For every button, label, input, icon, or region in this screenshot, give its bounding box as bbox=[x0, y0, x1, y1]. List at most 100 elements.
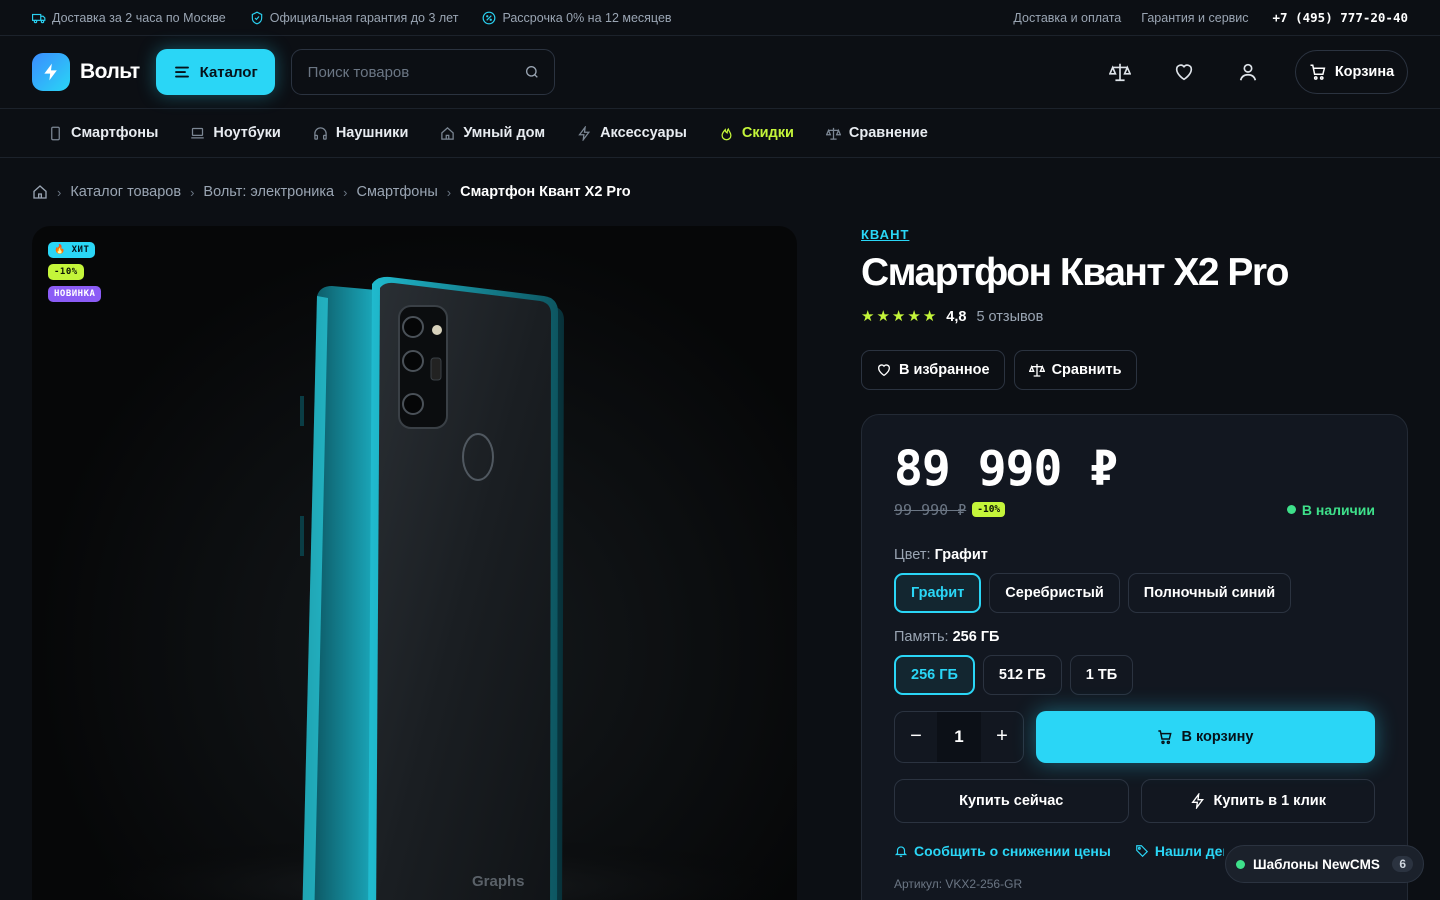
nav-headphones[interactable]: Наушники bbox=[313, 125, 408, 141]
fire-icon bbox=[721, 127, 732, 140]
product-rating[interactable]: ★ ★ ★ ★ ★ 4,8 5 отзывов bbox=[861, 309, 1408, 325]
phone-number[interactable]: +7 (495) 777-20-40 bbox=[1273, 10, 1408, 25]
add-to-cart-button[interactable]: В корзину bbox=[1036, 710, 1375, 763]
found-cheaper-link[interactable]: Нашли дешевле? bbox=[1135, 843, 1224, 859]
breadcrumb-store[interactable]: Вольт: электроника bbox=[203, 184, 334, 200]
bolt-logo-icon bbox=[32, 53, 70, 91]
purchase-box: 89 990 ₽ 99 990 ₽ -10% В наличии Цвет: Г… bbox=[861, 413, 1408, 900]
shield-check-icon bbox=[251, 11, 262, 24]
delivery-payment-link[interactable]: Доставка и оплата bbox=[1013, 11, 1121, 25]
nav-laptops[interactable]: Ноутбуки bbox=[190, 125, 281, 141]
color-options: Графит Серебристый Полночный синий bbox=[894, 572, 1375, 613]
cart-label: Корзина bbox=[1334, 64, 1395, 80]
color-option-graphite[interactable]: Графит bbox=[894, 572, 982, 613]
nav-smart-home[interactable]: Умный дом bbox=[440, 125, 545, 141]
stock-status: В наличии bbox=[1286, 501, 1375, 518]
nav-label: Ноутбуки bbox=[213, 125, 281, 141]
warranty-service-link[interactable]: Гарантия и сервис bbox=[1141, 11, 1248, 25]
nav-smartphones[interactable]: Смартфоны bbox=[48, 125, 158, 141]
memory-option-256[interactable]: 256 ГБ bbox=[894, 654, 975, 695]
color-option-midnight-blue[interactable]: Полночный синий bbox=[1127, 572, 1292, 613]
cart-icon bbox=[1158, 730, 1173, 744]
catalog-button[interactable]: Каталог bbox=[155, 49, 275, 95]
delivery-text: Доставка за 2 часа по Москве bbox=[52, 10, 226, 25]
widget-count: 6 bbox=[1392, 856, 1413, 872]
star-icon: ★ bbox=[922, 308, 937, 326]
old-price: 99 990 ₽ bbox=[894, 500, 967, 519]
breadcrumb-smartphones[interactable]: Смартфоны bbox=[356, 184, 437, 200]
menu-icon bbox=[174, 66, 189, 78]
bell-icon bbox=[894, 846, 908, 857]
headphones-icon bbox=[314, 126, 327, 140]
installment-text: Рассрочка 0% на 12 месяцев bbox=[502, 10, 672, 25]
category-nav: Смартфоны Ноутбуки Наушники Умный дом Ак… bbox=[0, 109, 1440, 158]
color-label: Цвет: Графит bbox=[894, 546, 988, 563]
quantity-stepper: − 1 + bbox=[894, 710, 1024, 763]
compare-scales-icon[interactable] bbox=[1109, 61, 1131, 83]
nav-sale[interactable]: Скидки bbox=[719, 125, 794, 141]
product-gallery[interactable]: 🔥 ХИТ -10% НОВИНКА Graphs bbox=[32, 226, 797, 900]
nav-label: Сравнение bbox=[848, 125, 928, 141]
breadcrumb: › Каталог товаров › Вольт: электроника ›… bbox=[0, 158, 1440, 226]
reviews-link[interactable]: 5 отзывов bbox=[976, 309, 1043, 325]
product-info: КВАНТ Смартфон Квант X2 Pro ★ ★ ★ ★ ★ 4,… bbox=[861, 226, 1408, 900]
heart-icon[interactable] bbox=[1173, 61, 1195, 83]
nav-compare[interactable]: Сравнение bbox=[825, 125, 928, 141]
breadcrumb-current: Смартфон Квант X2 Pro bbox=[460, 184, 631, 200]
stock-text: В наличии bbox=[1301, 501, 1375, 518]
chevron-right-icon: › bbox=[190, 184, 195, 200]
add-favorite-button[interactable]: В избранное bbox=[861, 349, 1005, 390]
current-price: 89 990 ₽ bbox=[894, 440, 1118, 497]
user-icon[interactable] bbox=[1237, 61, 1259, 83]
newcms-templates-widget[interactable]: Шаблоны NewCMS 6 bbox=[1225, 845, 1424, 883]
search-icon[interactable] bbox=[524, 64, 540, 80]
compare-button[interactable]: Сравнить bbox=[1013, 349, 1137, 390]
widget-label: Шаблоны NewCMS bbox=[1253, 856, 1380, 872]
chevron-right-icon: › bbox=[343, 184, 348, 200]
product-title: Смартфон Квант X2 Pro bbox=[861, 251, 1289, 294]
add-to-cart-label: В корзину bbox=[1181, 728, 1254, 745]
device-print-text: Graphs bbox=[472, 873, 525, 890]
truck-icon bbox=[32, 13, 46, 23]
tag-icon bbox=[1135, 845, 1148, 857]
decrease-quantity-button[interactable]: − bbox=[895, 712, 937, 762]
badge-discount: -10% bbox=[48, 264, 84, 280]
catalog-label: Каталог bbox=[199, 63, 258, 81]
logo[interactable]: Вольт bbox=[32, 53, 140, 91]
search-placeholder: Поиск товаров bbox=[307, 63, 410, 81]
search-input[interactable]: Поиск товаров bbox=[290, 49, 555, 95]
nav-label: Скидки bbox=[741, 125, 794, 141]
brand-link[interactable]: КВАНТ bbox=[861, 227, 1408, 242]
buy-one-click-label: Купить в 1 клик bbox=[1213, 792, 1326, 809]
percent-badge-icon bbox=[483, 11, 496, 24]
increase-quantity-button[interactable]: + bbox=[981, 712, 1023, 762]
buy-now-button[interactable]: Купить сейчас bbox=[894, 778, 1129, 823]
nav-accessories[interactable]: Аксессуары bbox=[577, 125, 687, 141]
scales-icon bbox=[1028, 363, 1045, 377]
heart-icon bbox=[877, 364, 891, 377]
price-drop-alert-link[interactable]: Сообщить о снижении цены bbox=[894, 843, 1111, 859]
selected-memory: 256 ГБ bbox=[952, 628, 1000, 645]
home-icon[interactable] bbox=[32, 184, 48, 200]
cart-icon bbox=[1310, 64, 1326, 80]
cart-button[interactable]: Корзина bbox=[1295, 50, 1408, 94]
warranty-info: Официальная гарантия до 3 лет bbox=[250, 11, 458, 25]
star-icon: ★ bbox=[891, 308, 906, 326]
quantity-value[interactable]: 1 bbox=[937, 711, 981, 762]
buy-one-click-button[interactable]: Купить в 1 клик bbox=[1140, 778, 1375, 823]
memory-options: 256 ГБ 512 ГБ 1 ТБ bbox=[894, 654, 1375, 695]
badge-new: НОВИНКА bbox=[48, 286, 102, 302]
online-dot-icon bbox=[1236, 859, 1245, 869]
stock-dot-icon bbox=[1286, 505, 1296, 515]
chevron-right-icon: › bbox=[446, 184, 452, 200]
breadcrumb-catalog[interactable]: Каталог товаров bbox=[70, 184, 181, 200]
product-image: Graphs bbox=[32, 276, 797, 900]
nav-label: Умный дом bbox=[463, 125, 546, 141]
memory-option-512[interactable]: 512 ГБ bbox=[982, 654, 1062, 695]
scales-icon bbox=[825, 127, 841, 140]
memory-label: Память: 256 ГБ bbox=[894, 628, 1000, 645]
chevron-right-icon: › bbox=[57, 184, 62, 200]
memory-option-1tb[interactable]: 1 ТБ bbox=[1069, 654, 1134, 695]
smartphone-icon bbox=[51, 126, 60, 140]
color-option-silver[interactable]: Серебристый bbox=[989, 572, 1120, 613]
